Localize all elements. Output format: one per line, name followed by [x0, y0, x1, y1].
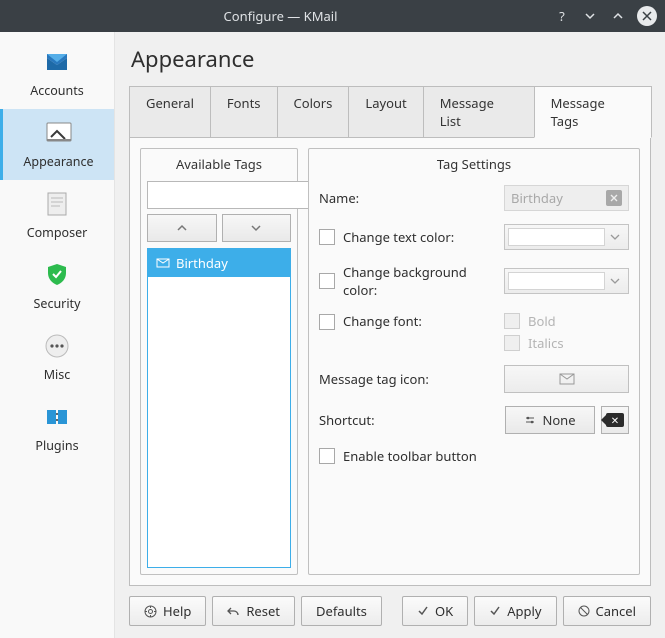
shortcut-button[interactable]: None [505, 406, 595, 434]
help-button[interactable]: Help [129, 596, 206, 626]
tab-message-tags[interactable]: Message Tags [534, 86, 652, 138]
available-tags-panel: Available Tags Birthday [140, 148, 298, 575]
italics-checkbox [504, 335, 520, 351]
sidebar-item-plugins[interactable]: Plugins [0, 393, 114, 464]
name-field[interactable]: Birthday [504, 185, 629, 211]
composer-icon [41, 188, 73, 220]
tag-item[interactable]: Birthday [148, 249, 290, 277]
titlebar: Configure — KMail ? [0, 0, 665, 32]
sidebar-item-label: Misc [44, 366, 71, 383]
undo-icon [227, 605, 240, 618]
ok-button[interactable]: OK [402, 596, 468, 626]
chevron-up-icon[interactable] [609, 7, 627, 25]
tag-list[interactable]: Birthday [147, 248, 291, 568]
bold-checkbox [504, 313, 520, 329]
clear-shortcut-button[interactable]: ✕ [601, 406, 629, 434]
italics-label: Italics [528, 334, 564, 352]
cancel-icon [578, 605, 590, 617]
apply-button[interactable]: Apply [474, 596, 556, 626]
sidebar-item-label: Plugins [35, 437, 78, 454]
name-label: Name: [319, 189, 359, 207]
check-icon [489, 605, 501, 617]
shortcut-value: None [542, 411, 575, 429]
tag-icon-label: Message tag icon: [319, 370, 429, 388]
tab-general[interactable]: General [129, 86, 211, 137]
sidebar-item-misc[interactable]: Misc [0, 322, 114, 393]
tab-message-list[interactable]: Message List [423, 86, 535, 137]
check-icon [417, 605, 429, 617]
text-color-checkbox[interactable] [319, 229, 335, 245]
font-checkbox[interactable] [319, 314, 335, 330]
help-icon [144, 605, 157, 618]
toolbar-label: Enable toolbar button [343, 447, 477, 465]
move-up-button[interactable] [147, 214, 217, 242]
clear-icon[interactable] [606, 190, 622, 206]
sidebar-item-label: Accounts [30, 82, 84, 99]
shortcut-label: Shortcut: [319, 411, 375, 429]
text-color-label: Change text color: [343, 228, 454, 246]
sidebar-item-label: Appearance [23, 153, 93, 170]
tag-icon [156, 256, 170, 270]
configure-icon [524, 414, 536, 426]
footer: Help Reset Defaults OK Apply Cancel [129, 586, 651, 626]
panel-title: Available Tags [141, 149, 297, 181]
mail-icon [41, 46, 73, 78]
help-icon[interactable]: ? [553, 7, 571, 25]
appearance-icon [43, 117, 75, 149]
bg-color-checkbox[interactable] [319, 273, 335, 289]
sidebar: Accounts Appearance Composer Security Mi… [0, 32, 115, 638]
shield-icon [41, 259, 73, 291]
font-label: Change font: [343, 312, 422, 330]
tag-label: Birthday [176, 254, 228, 272]
chevron-down-icon[interactable] [581, 7, 599, 25]
sidebar-item-label: Composer [27, 224, 88, 241]
panel-title: Tag Settings [309, 149, 639, 181]
close-icon[interactable] [637, 6, 657, 26]
name-value: Birthday [511, 189, 600, 207]
chevron-down-icon [605, 277, 625, 285]
tabs: General Fonts Colors Layout Message List… [129, 86, 651, 138]
tab-layout[interactable]: Layout [348, 86, 423, 137]
sidebar-item-composer[interactable]: Composer [0, 180, 114, 251]
sidebar-item-security[interactable]: Security [0, 251, 114, 322]
cancel-button[interactable]: Cancel [563, 596, 651, 626]
page-title: Appearance [131, 44, 651, 74]
bold-label: Bold [528, 312, 556, 330]
tab-colors[interactable]: Colors [277, 86, 350, 137]
window-title: Configure — KMail [8, 7, 553, 25]
tag-icon-button[interactable] [504, 365, 629, 393]
bg-color-label: Change background color: [343, 263, 504, 299]
bg-color-picker[interactable] [504, 268, 629, 294]
tab-fonts[interactable]: Fonts [210, 86, 278, 137]
defaults-button[interactable]: Defaults [301, 596, 382, 626]
color-swatch [508, 228, 605, 246]
dots-icon [41, 330, 73, 362]
sidebar-item-label: Security [34, 295, 81, 312]
tag-settings-panel: Tag Settings Name: Birthday Change text … [308, 148, 640, 575]
sidebar-item-accounts[interactable]: Accounts [0, 38, 114, 109]
toolbar-checkbox[interactable] [319, 448, 335, 464]
sidebar-item-appearance[interactable]: Appearance [0, 109, 114, 180]
color-swatch [508, 272, 605, 290]
backspace-icon: ✕ [606, 413, 624, 427]
text-color-picker[interactable] [504, 224, 629, 250]
chevron-down-icon [605, 233, 625, 241]
reset-button[interactable]: Reset [212, 596, 295, 626]
move-down-button[interactable] [222, 214, 292, 242]
plugins-icon [41, 401, 73, 433]
